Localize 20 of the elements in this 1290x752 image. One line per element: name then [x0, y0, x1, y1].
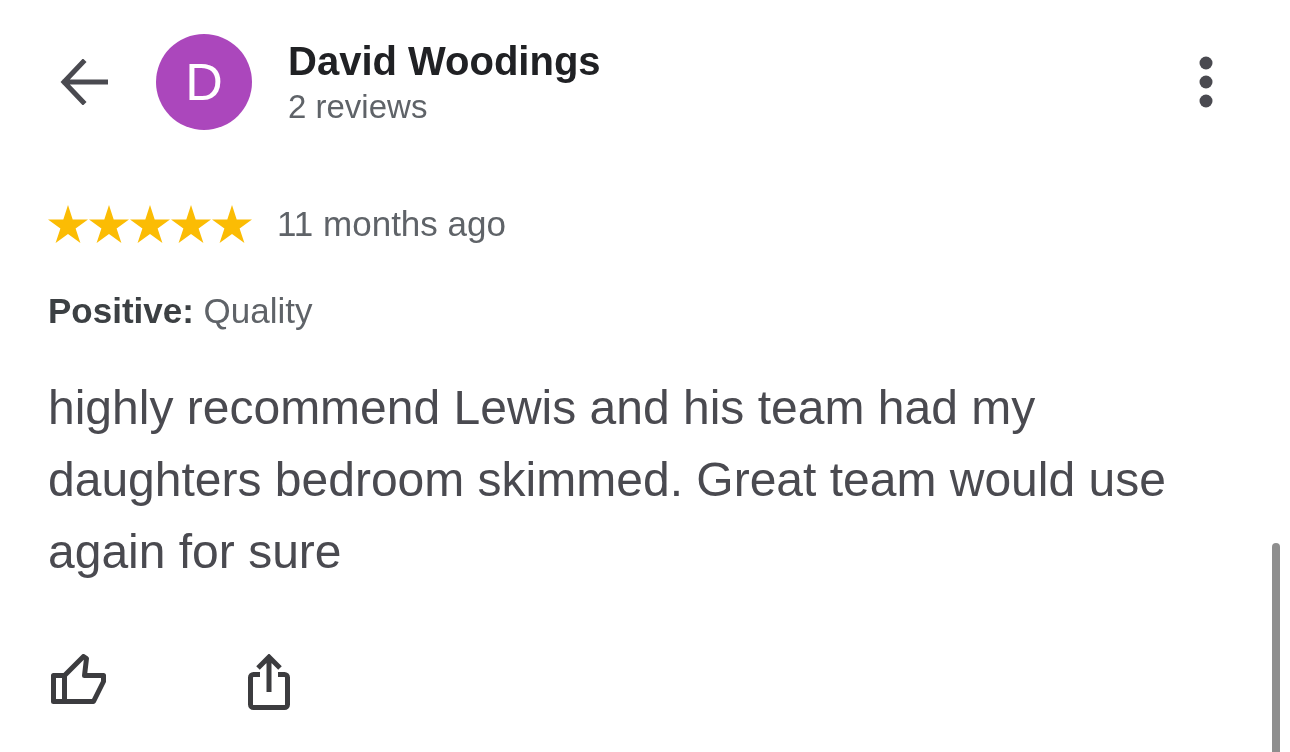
like-button[interactable]	[51, 654, 107, 704]
review-count: 2 reviews	[288, 88, 429, 126]
review-time: 11 months ago	[277, 204, 506, 244]
thumbs-up-icon	[51, 654, 107, 704]
more-options-button[interactable]	[1199, 56, 1213, 108]
filled-star-icon	[171, 205, 211, 243]
filled-star-icon	[212, 205, 252, 243]
share-button[interactable]	[248, 654, 290, 710]
review-highlight: Positive: Quality	[48, 291, 313, 331]
reviewer-name: David Woodings	[288, 38, 601, 84]
filled-star-icon	[89, 205, 129, 243]
filled-star-icon	[48, 205, 88, 243]
scrollbar[interactable]	[1272, 543, 1280, 752]
more-options-icon	[1199, 56, 1213, 108]
share-icon	[248, 654, 290, 710]
back-arrow-icon	[60, 59, 108, 105]
back-button[interactable]	[60, 59, 108, 105]
filled-star-icon	[130, 205, 170, 243]
review-text: highly recommend Lewis and his team had my daughters bedroom skimmed. Great team would use again for sure	[48, 380, 1167, 580]
avatar: D	[156, 34, 252, 130]
